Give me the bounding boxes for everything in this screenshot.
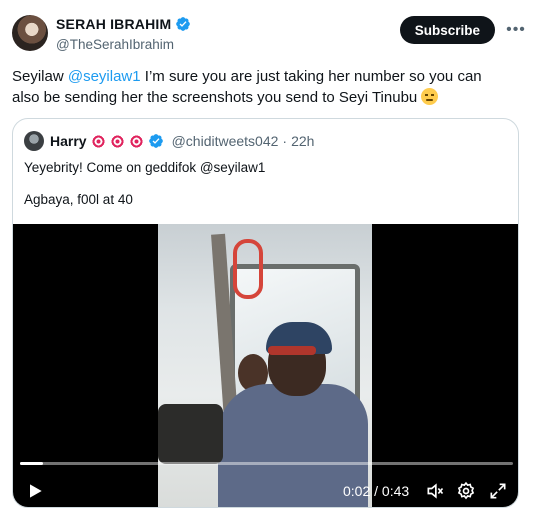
- author-display-name[interactable]: SERAH IBRAHIM: [56, 16, 191, 32]
- tweet-text: Seyilaw @seyilaw1 I’m sure you are just …: [12, 66, 512, 108]
- quoted-author-name[interactable]: Harry: [50, 133, 87, 149]
- fullscreen-icon[interactable]: [488, 481, 508, 501]
- subscribe-button[interactable]: Subscribe: [399, 16, 495, 44]
- author-avatar[interactable]: [12, 15, 48, 51]
- quoted-verified-badge-icon: [148, 134, 163, 148]
- tweet-text-before: Seyilaw: [12, 68, 68, 85]
- video-progress-bar[interactable]: [20, 462, 513, 465]
- video-frame: [158, 224, 372, 507]
- quoted-author-handle[interactable]: @chiditweets042: [172, 133, 279, 149]
- quoted-tweet-header: Harry @chiditweets042 · 22h: [24, 130, 314, 152]
- quoted-tweet-text: Yeyebrity! Come on geddifok @seyilaw1 Ag…: [24, 159, 265, 209]
- settings-icon[interactable]: [456, 481, 476, 501]
- verified-badge-icon: [176, 17, 191, 31]
- video-player[interactable]: 0:02 / 0:43: [13, 224, 518, 507]
- mute-icon[interactable]: [425, 481, 445, 501]
- passenger-bag: [158, 404, 223, 464]
- video-controls: 0:02 / 0:43: [13, 473, 518, 507]
- tweet-header: SERAH IBRAHIM @TheSerahIbrahim Subscribe…: [12, 12, 529, 56]
- passenger-cap-bill: [268, 346, 316, 355]
- play-icon[interactable]: [25, 481, 45, 501]
- direct-hit-emoji-icon: [90, 133, 106, 149]
- bus-handle: [233, 239, 263, 299]
- quoted-tweet-line-1: Yeyebrity! Come on geddifok @seyilaw1: [24, 160, 266, 175]
- author-name-block: SERAH IBRAHIM @TheSerahIbrahim: [56, 16, 191, 52]
- more-icon[interactable]: •••: [505, 20, 527, 40]
- quoted-tweet-time[interactable]: 22h: [291, 133, 314, 149]
- quoted-tweet-line-2: Agbaya, f00l at 40: [24, 192, 133, 207]
- video-time-display: 0:02 / 0:43: [343, 483, 410, 499]
- video-progress-fill: [20, 462, 44, 465]
- author-handle[interactable]: @TheSerahIbrahim: [56, 37, 191, 52]
- author-name-text[interactable]: SERAH IBRAHIM: [56, 16, 171, 32]
- direct-hit-emoji-icon: [109, 133, 125, 149]
- direct-hit-emoji-icon: [128, 133, 144, 149]
- tweet-mention-link[interactable]: @seyilaw1: [68, 68, 141, 85]
- quoted-tweet-card[interactable]: Harry @chiditweets042 · 22h Yeyebrity! C…: [12, 118, 519, 508]
- quoted-author-avatar[interactable]: [24, 131, 44, 151]
- meta-separator: ·: [282, 133, 288, 149]
- unamused-face-emoji-icon: [421, 88, 439, 105]
